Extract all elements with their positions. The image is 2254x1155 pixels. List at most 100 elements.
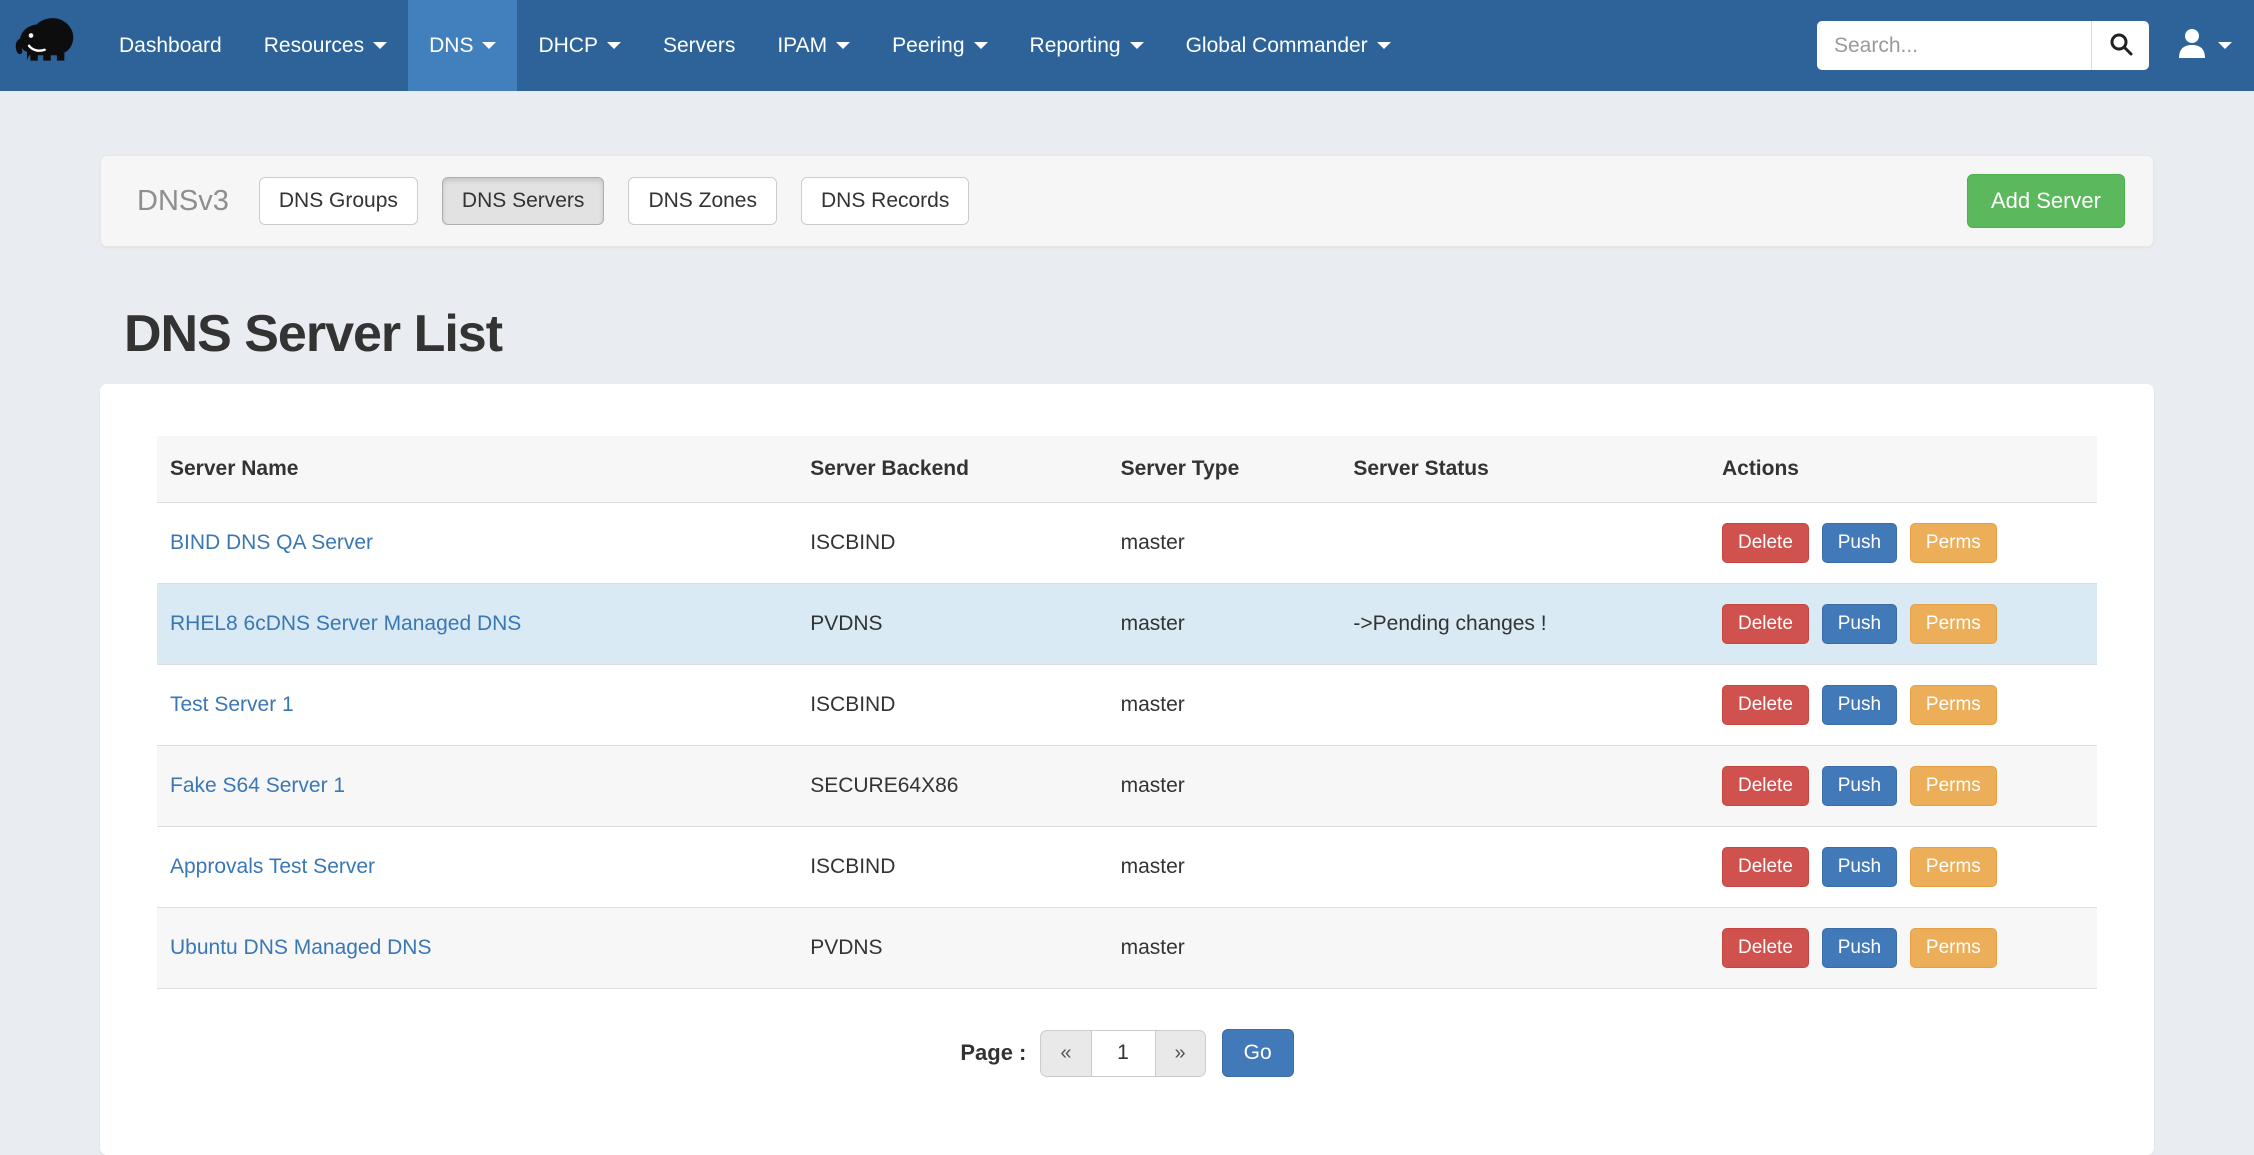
server-status-cell: ->Pending changes !: [1340, 584, 1709, 665]
server-backend-cell: ISCBIND: [797, 503, 1107, 584]
delete-button[interactable]: Delete: [1722, 685, 1809, 725]
chevron-down-icon: [373, 42, 387, 49]
search-button[interactable]: [2091, 21, 2149, 70]
page-next-button[interactable]: »: [1156, 1030, 1206, 1077]
add-server-button[interactable]: Add Server: [1967, 174, 2125, 228]
chevron-down-icon: [836, 42, 850, 49]
col-header-actions: Actions: [1709, 436, 2097, 503]
server-backend-cell: PVDNS: [797, 908, 1107, 989]
nav-item-dashboard[interactable]: Dashboard: [98, 0, 243, 91]
nav-item-resources[interactable]: Resources: [243, 0, 408, 91]
chevron-down-icon: [607, 42, 621, 49]
mammoth-logo-icon: [12, 9, 80, 82]
table-row: Test Server 1 ISCBIND master Delete Push…: [157, 665, 2097, 746]
delete-button[interactable]: Delete: [1722, 847, 1809, 887]
table-row: Fake S64 Server 1 SECURE64X86 master Del…: [157, 746, 2097, 827]
dnsv3-brand: DNSv3: [137, 185, 229, 218]
perms-button[interactable]: Perms: [1910, 604, 1997, 644]
nav-label: DHCP: [538, 34, 598, 58]
nav-item-reporting[interactable]: Reporting: [1009, 0, 1165, 91]
perms-button[interactable]: Perms: [1910, 928, 1997, 968]
tab-dns-groups[interactable]: DNS Groups: [259, 177, 418, 225]
push-button[interactable]: Push: [1822, 523, 1897, 563]
delete-button[interactable]: Delete: [1722, 604, 1809, 644]
server-name-link[interactable]: Ubuntu DNS Managed DNS: [170, 936, 431, 959]
server-backend-cell: ISCBIND: [797, 827, 1107, 908]
table-row: BIND DNS QA Server ISCBIND master Delete…: [157, 503, 2097, 584]
perms-button[interactable]: Perms: [1910, 847, 1997, 887]
chevron-down-icon: [2218, 42, 2232, 49]
go-button[interactable]: Go: [1222, 1029, 1294, 1077]
page-title: DNS Server List: [124, 304, 2154, 364]
nav-label: IPAM: [777, 34, 827, 58]
server-type-cell: master: [1108, 746, 1341, 827]
delete-button[interactable]: Delete: [1722, 928, 1809, 968]
tab-dns-servers[interactable]: DNS Servers: [442, 177, 605, 225]
col-header-server-backend: Server Backend: [797, 436, 1107, 503]
nav-label: Servers: [663, 34, 735, 58]
dns-server-table: Server Name Server Backend Server Type S…: [157, 436, 2097, 989]
nav-label: Resources: [264, 34, 364, 58]
push-button[interactable]: Push: [1822, 604, 1897, 644]
delete-button[interactable]: Delete: [1722, 766, 1809, 806]
server-type-cell: master: [1108, 827, 1341, 908]
navbar-right: [1817, 0, 2254, 91]
server-status-cell: [1340, 908, 1709, 989]
perms-button[interactable]: Perms: [1910, 523, 1997, 563]
server-backend-cell: SECURE64X86: [797, 746, 1107, 827]
nav-label: DNS: [429, 34, 473, 58]
nav-label: Dashboard: [119, 34, 222, 58]
pagination: Page : « » Go: [157, 1029, 2097, 1077]
tab-dns-zones[interactable]: DNS Zones: [628, 177, 777, 225]
server-name-link[interactable]: BIND DNS QA Server: [170, 531, 373, 554]
chevron-down-icon: [1377, 42, 1391, 49]
server-status-cell: [1340, 665, 1709, 746]
nav-label: Global Commander: [1186, 34, 1368, 58]
nav-item-ipam[interactable]: IPAM: [756, 0, 871, 91]
server-name-link[interactable]: Test Server 1: [170, 693, 294, 716]
brand-logo[interactable]: [0, 0, 90, 91]
page-stepper-group: « »: [1040, 1030, 1205, 1077]
server-name-link[interactable]: Approvals Test Server: [170, 855, 375, 878]
chevron-down-icon: [1130, 42, 1144, 49]
table-row: Approvals Test Server ISCBIND master Del…: [157, 827, 2097, 908]
push-button[interactable]: Push: [1822, 766, 1897, 806]
server-type-cell: master: [1108, 665, 1341, 746]
search-group: [1817, 21, 2149, 70]
user-menu[interactable]: [2175, 26, 2232, 65]
table-row: Ubuntu DNS Managed DNS PVDNS master Dele…: [157, 908, 2097, 989]
server-name-link[interactable]: Fake S64 Server 1: [170, 774, 345, 797]
col-header-server-status: Server Status: [1340, 436, 1709, 503]
nav-item-dns[interactable]: DNS: [408, 0, 517, 91]
push-button[interactable]: Push: [1822, 847, 1897, 887]
delete-button[interactable]: Delete: [1722, 523, 1809, 563]
push-button[interactable]: Push: [1822, 685, 1897, 725]
nav-item-global-commander[interactable]: Global Commander: [1165, 0, 1412, 91]
nav-label: Reporting: [1030, 34, 1121, 58]
push-button[interactable]: Push: [1822, 928, 1897, 968]
page-prev-button[interactable]: «: [1040, 1030, 1091, 1077]
nav-item-servers[interactable]: Servers: [642, 0, 756, 91]
tab-dns-records[interactable]: DNS Records: [801, 177, 969, 225]
col-header-server-type: Server Type: [1108, 436, 1341, 503]
chevron-down-icon: [974, 42, 988, 49]
dns-toolbar: DNSv3 DNS Groups DNS Servers DNS Zones D…: [100, 155, 2154, 247]
magnifier-icon: [2108, 31, 2134, 60]
server-backend-cell: PVDNS: [797, 584, 1107, 665]
main-nav: Dashboard Resources DNS DHCP Servers IPA…: [98, 0, 1412, 91]
server-name-link[interactable]: RHEL8 6cDNS Server Managed DNS: [170, 612, 521, 635]
server-type-cell: master: [1108, 908, 1341, 989]
perms-button[interactable]: Perms: [1910, 685, 1997, 725]
perms-button[interactable]: Perms: [1910, 766, 1997, 806]
server-status-cell: [1340, 503, 1709, 584]
nav-item-peering[interactable]: Peering: [871, 0, 1008, 91]
server-status-cell: [1340, 746, 1709, 827]
nav-item-dhcp[interactable]: DHCP: [517, 0, 642, 91]
server-list-panel: Server Name Server Backend Server Type S…: [100, 384, 2154, 1155]
page-number-input[interactable]: [1092, 1030, 1156, 1077]
nav-label: Peering: [892, 34, 964, 58]
col-header-server-name: Server Name: [157, 436, 797, 503]
table-header-row: Server Name Server Backend Server Type S…: [157, 436, 2097, 503]
search-input[interactable]: [1817, 21, 2091, 70]
server-backend-cell: ISCBIND: [797, 665, 1107, 746]
